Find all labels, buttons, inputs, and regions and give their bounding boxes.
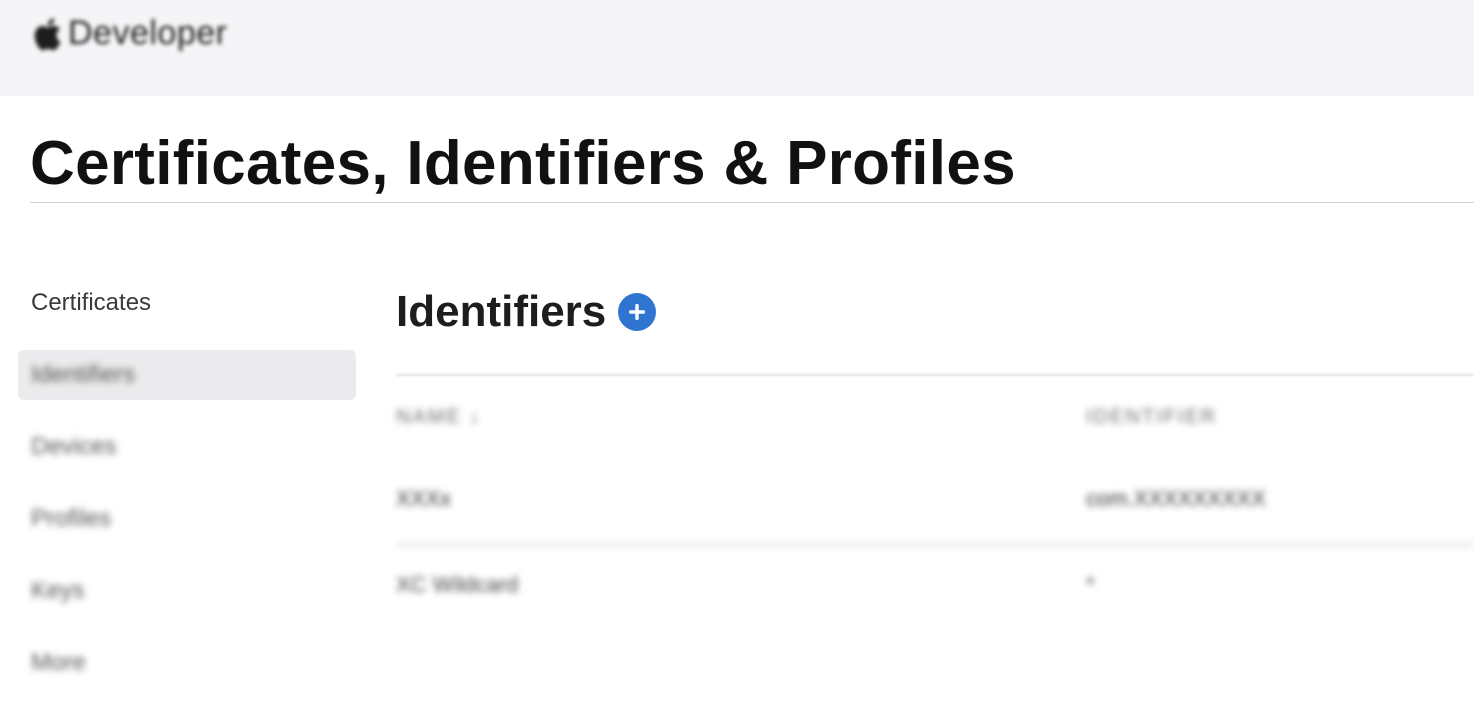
- sidebar-nav: Certificates Identifiers Devices Profile…: [18, 278, 356, 710]
- title-divider: [30, 202, 1474, 203]
- brand-label: Developer: [68, 14, 228, 52]
- developer-brand-link[interactable]: Developer: [30, 14, 227, 53]
- table-row[interactable]: XXXx com.XXXXXXXXX: [396, 462, 1474, 544]
- apple-logo-icon: [30, 15, 62, 53]
- identifiers-table: NAME ↓ IDENTIFIER XXXx com.XXXXXXXXX XC …: [396, 376, 1474, 606]
- table-row[interactable]: XC Wildcard *: [396, 546, 1474, 606]
- column-header-identifier[interactable]: IDENTIFIER: [1086, 406, 1217, 429]
- row-name-cell: XC Wildcard: [396, 572, 519, 597]
- sidebar-item-more[interactable]: More: [18, 638, 356, 688]
- section-title: Identifiers: [396, 287, 607, 336]
- section-header: Identifiers: [396, 282, 1474, 342]
- sidebar-item-profiles[interactable]: Profiles: [18, 494, 356, 544]
- main-content: Identifiers NAME ↓ IDENTIFIER XXXx com.X…: [396, 282, 1474, 597]
- page-title: Certificates, Identifiers & Profiles: [30, 129, 1016, 198]
- row-name-cell: XXXx: [396, 486, 452, 511]
- sidebar-item-label: Devices: [31, 433, 117, 460]
- sidebar-item-label: More: [31, 649, 86, 676]
- global-nav-bar: Developer: [0, 0, 1474, 96]
- sidebar-item-label: Profiles: [31, 505, 112, 532]
- add-identifier-button[interactable]: [618, 293, 657, 331]
- sidebar-item-label: Identifiers: [31, 361, 136, 388]
- sidebar-item-devices[interactable]: Devices: [18, 422, 356, 472]
- sidebar-item-identifiers[interactable]: Identifiers: [18, 350, 356, 400]
- row-identifier-cell: com.XXXXXXXXX: [1086, 486, 1266, 511]
- sidebar-item-keys[interactable]: Keys: [18, 566, 356, 616]
- sidebar-item-label: Keys: [31, 577, 85, 604]
- row-identifier-cell: *: [1086, 572, 1095, 597]
- plus-circle-icon: [629, 304, 646, 320]
- sidebar-item-certificates[interactable]: Certificates: [18, 278, 356, 328]
- sidebar-item-label: Certificates: [31, 289, 152, 316]
- table-header-row: NAME ↓ IDENTIFIER: [396, 376, 1474, 462]
- column-header-name[interactable]: NAME ↓: [396, 406, 481, 429]
